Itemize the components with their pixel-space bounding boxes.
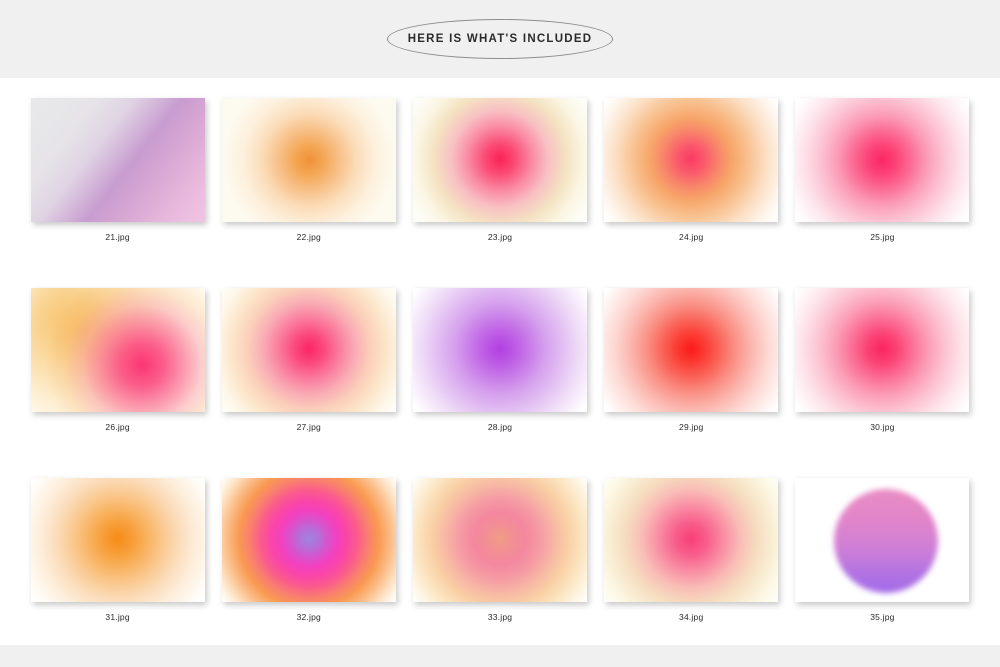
thumbnail-label: 21.jpg: [105, 232, 130, 242]
thumbnail-image[interactable]: [604, 478, 779, 602]
gallery-item[interactable]: 23.jpg: [412, 96, 587, 286]
gallery-item[interactable]: 24.jpg: [604, 96, 779, 286]
gallery-item[interactable]: 25.jpg: [795, 96, 970, 286]
thumbnail-frame[interactable]: [412, 478, 587, 602]
gallery-item[interactable]: 30.jpg: [795, 286, 970, 476]
gradient-blob: [30, 98, 205, 222]
gallery-item[interactable]: 27.jpg: [221, 286, 396, 476]
thumbnail-frame[interactable]: [412, 288, 587, 412]
thumbnail-label: 23.jpg: [487, 232, 513, 242]
gallery-item[interactable]: 31.jpg: [30, 476, 205, 645]
gallery-item[interactable]: 33.jpg: [412, 476, 587, 645]
thumbnail-frame[interactable]: [30, 478, 205, 602]
gradient-blob: [604, 288, 779, 412]
gallery-item[interactable]: 28.jpg: [412, 286, 587, 476]
thumbnail-label: 25.jpg: [870, 232, 895, 242]
thumbnail-frame[interactable]: [604, 98, 779, 222]
gallery-item[interactable]: 22.jpg: [221, 96, 396, 286]
gradient-blob: [604, 98, 779, 222]
gradient-blob: [795, 288, 970, 412]
blob-circle: [833, 489, 939, 594]
thumbnail-label: 28.jpg: [487, 422, 513, 432]
gallery-content: 21.jpg 22.jpg 23.jpg 24.jpg 25.jpg 26.jpg 27.j…: [0, 78, 1000, 645]
gradient-blob: [221, 288, 396, 412]
poster-page: HERE IS WHAT'S INCLUDED 21.jpg 22.jpg 23.j…: [0, 0, 1000, 667]
thumbnail-label: 32.jpg: [296, 612, 321, 622]
thumbnail-frame[interactable]: [604, 478, 779, 602]
gradient-blob: [412, 98, 587, 222]
thumbnail-image[interactable]: [30, 478, 205, 602]
thumbnail-label: 34.jpg: [679, 612, 704, 622]
thumbnail-image[interactable]: [604, 288, 779, 412]
thumbnail-label: 26.jpg: [105, 422, 130, 432]
header-band: HERE IS WHAT'S INCLUDED: [0, 0, 1000, 78]
gallery-item[interactable]: 34.jpg: [604, 476, 779, 645]
thumbnail-label: 24.jpg: [679, 232, 704, 242]
gallery-item[interactable]: 35.jpg: [795, 476, 970, 645]
thumbnail-image[interactable]: [30, 98, 205, 222]
gradient-blob: [221, 98, 396, 222]
gallery-item[interactable]: 26.jpg: [30, 286, 205, 476]
thumbnail-label: 27.jpg: [296, 422, 321, 432]
thumbnail-image[interactable]: [221, 98, 396, 222]
thumbnail-frame[interactable]: [221, 478, 396, 602]
gradient-blob: [30, 288, 205, 412]
thumbnail-label: 30.jpg: [870, 422, 895, 432]
thumbnail-image[interactable]: [795, 288, 970, 412]
gallery-item[interactable]: 21.jpg: [30, 96, 205, 286]
thumbnail-image[interactable]: [412, 478, 587, 602]
thumbnail-frame[interactable]: [221, 288, 396, 412]
thumbnail-frame[interactable]: [221, 98, 396, 222]
title-badge: HERE IS WHAT'S INCLUDED: [387, 19, 613, 59]
thumbnail-grid: 21.jpg 22.jpg 23.jpg 24.jpg 25.jpg 26.jpg 27.j…: [30, 96, 970, 645]
thumbnail-frame[interactable]: [30, 98, 205, 222]
footer-band: [0, 645, 1000, 667]
thumbnail-image[interactable]: [221, 288, 396, 412]
thumbnail-frame[interactable]: [30, 288, 205, 412]
thumbnail-label: 22.jpg: [296, 232, 321, 242]
thumbnail-frame[interactable]: [795, 288, 970, 412]
thumbnail-frame[interactable]: [604, 288, 779, 412]
gradient-blob: [412, 478, 587, 602]
thumbnail-image[interactable]: [412, 98, 587, 222]
thumbnail-frame[interactable]: [795, 98, 970, 222]
thumbnail-image[interactable]: [604, 98, 779, 222]
gallery-item[interactable]: 29.jpg: [604, 286, 779, 476]
thumbnail-frame[interactable]: [795, 478, 970, 602]
gradient-blob: [795, 478, 970, 602]
thumbnail-image[interactable]: [221, 478, 396, 602]
thumbnail-image[interactable]: [795, 98, 970, 222]
thumbnail-image[interactable]: [30, 288, 205, 412]
gradient-blob: [604, 478, 779, 602]
gradient-blob: [412, 288, 587, 412]
page-title: HERE IS WHAT'S INCLUDED: [407, 33, 593, 45]
gradient-blob: [795, 98, 970, 222]
thumbnail-label: 29.jpg: [679, 422, 704, 432]
thumbnail-image[interactable]: [795, 478, 970, 602]
thumbnail-label: 33.jpg: [487, 612, 513, 622]
gradient-blob: [221, 478, 396, 602]
gradient-blob: [30, 478, 205, 602]
thumbnail-label: 35.jpg: [870, 612, 895, 622]
gallery-item[interactable]: 32.jpg: [221, 476, 396, 645]
thumbnail-label: 31.jpg: [105, 612, 130, 622]
thumbnail-frame[interactable]: [412, 98, 587, 222]
thumbnail-image[interactable]: [412, 288, 587, 412]
